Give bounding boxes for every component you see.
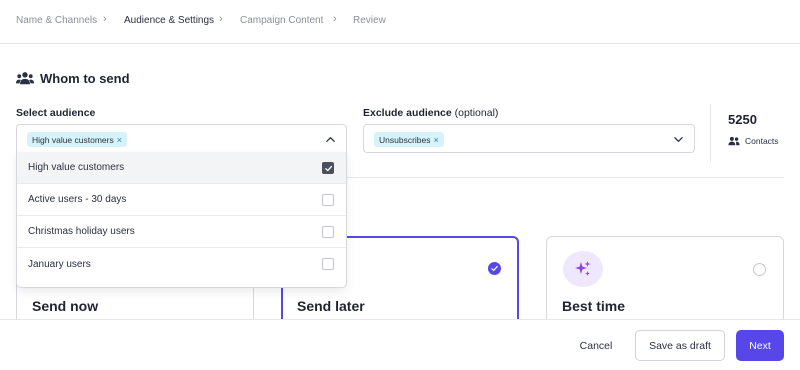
contacts-count: 5250: [728, 112, 757, 127]
audience-option[interactable]: High value customers: [17, 152, 346, 184]
chip-remove-icon[interactable]: ×: [434, 135, 439, 145]
optional-hint: (optional): [454, 107, 499, 119]
select-audience-label: Select audience: [16, 107, 96, 119]
section-heading: Whom to send: [16, 70, 130, 86]
sparkle-icon: [575, 261, 591, 276]
section-title: Whom to send: [40, 70, 130, 86]
exclude-chip: Unsubscribes ×: [374, 132, 444, 147]
exclude-audience-input[interactable]: Unsubscribes ×: [363, 124, 695, 153]
card-label: Send later: [297, 298, 365, 314]
card-label: Best time: [562, 298, 626, 314]
option-label: Christmas holiday users: [28, 226, 135, 237]
step-review[interactable]: Review: [353, 15, 386, 26]
checkbox[interactable]: [322, 226, 334, 238]
save-draft-button[interactable]: Save as draft: [635, 330, 725, 361]
campaign-stepper: Name & Channels › Audience & Settings › …: [0, 0, 800, 44]
contacts-label: Contacts: [745, 136, 779, 146]
audience-option[interactable]: Active users - 30 days: [17, 184, 346, 216]
cancel-button[interactable]: Cancel: [570, 330, 622, 361]
users-icon: [728, 136, 740, 146]
users-icon: [16, 72, 34, 85]
audience-option[interactable]: Christmas holiday users: [17, 216, 346, 248]
sparkle-badge: [563, 251, 603, 287]
option-label: High value customers: [28, 162, 125, 173]
chip-remove-icon[interactable]: ×: [117, 135, 122, 145]
step-audience-settings[interactable]: Audience & Settings: [124, 15, 214, 26]
divider: [710, 104, 711, 162]
audience-option[interactable]: January users: [17, 248, 346, 280]
option-label: January users: [28, 258, 91, 270]
checkbox[interactable]: [322, 194, 334, 206]
chevron-up-icon[interactable]: [325, 134, 336, 145]
exclude-audience-label: Exclude audience (optional): [363, 107, 499, 119]
radio-unselected[interactable]: [753, 263, 766, 276]
check-icon: [491, 265, 498, 272]
step-campaign-content[interactable]: Campaign Content: [240, 15, 323, 26]
step-name-channels[interactable]: Name & Channels: [16, 15, 97, 26]
chevron-right-icon: ›: [103, 13, 107, 25]
chip-label: Unsubscribes: [379, 134, 431, 145]
card-label: Send now: [32, 298, 99, 314]
select-audience-input[interactable]: High value customers ×: [16, 124, 347, 153]
option-label: Active users - 30 days: [28, 194, 127, 205]
chevron-right-icon: ›: [219, 13, 223, 25]
audience-dropdown: High value customers Active users - 30 d…: [16, 152, 347, 288]
chevron-right-icon: ›: [333, 13, 337, 25]
next-button[interactable]: Next: [736, 330, 784, 361]
divider: [346, 177, 784, 178]
check-icon: [325, 165, 333, 172]
audience-chip: High value customers ×: [27, 132, 127, 147]
chevron-down-icon[interactable]: [673, 134, 684, 145]
checkbox-checked[interactable]: [322, 162, 334, 174]
radio-selected-icon[interactable]: [488, 262, 501, 275]
checkbox[interactable]: [322, 258, 334, 270]
footer-bar: Cancel Save as draft Next: [0, 319, 800, 370]
contacts-summary: Contacts: [728, 136, 779, 146]
chip-label: High value customers: [32, 134, 114, 145]
